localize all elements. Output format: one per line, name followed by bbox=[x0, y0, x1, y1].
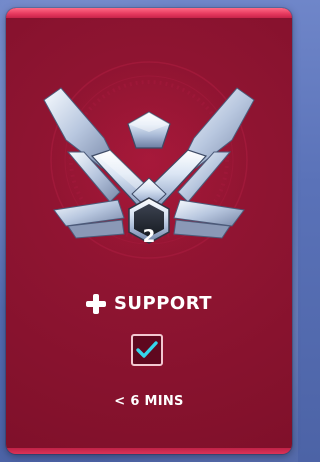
role-queue-card[interactable]: 2 SUPPORT < 6 MINS bbox=[6, 8, 292, 454]
plus-icon bbox=[85, 294, 106, 314]
role-row: SUPPORT bbox=[6, 290, 292, 318]
division-number: 2 bbox=[142, 226, 156, 247]
rank-emblem-icon bbox=[43, 60, 255, 260]
role-label: SUPPORT bbox=[113, 293, 213, 314]
card-bottom-border bbox=[6, 448, 292, 454]
queue-time-estimate: < 6 MINS bbox=[114, 394, 184, 409]
role-select-checkbox[interactable] bbox=[131, 334, 163, 366]
card-top-border bbox=[6, 8, 292, 18]
rank-emblem bbox=[6, 60, 292, 280]
check-icon bbox=[136, 341, 158, 358]
